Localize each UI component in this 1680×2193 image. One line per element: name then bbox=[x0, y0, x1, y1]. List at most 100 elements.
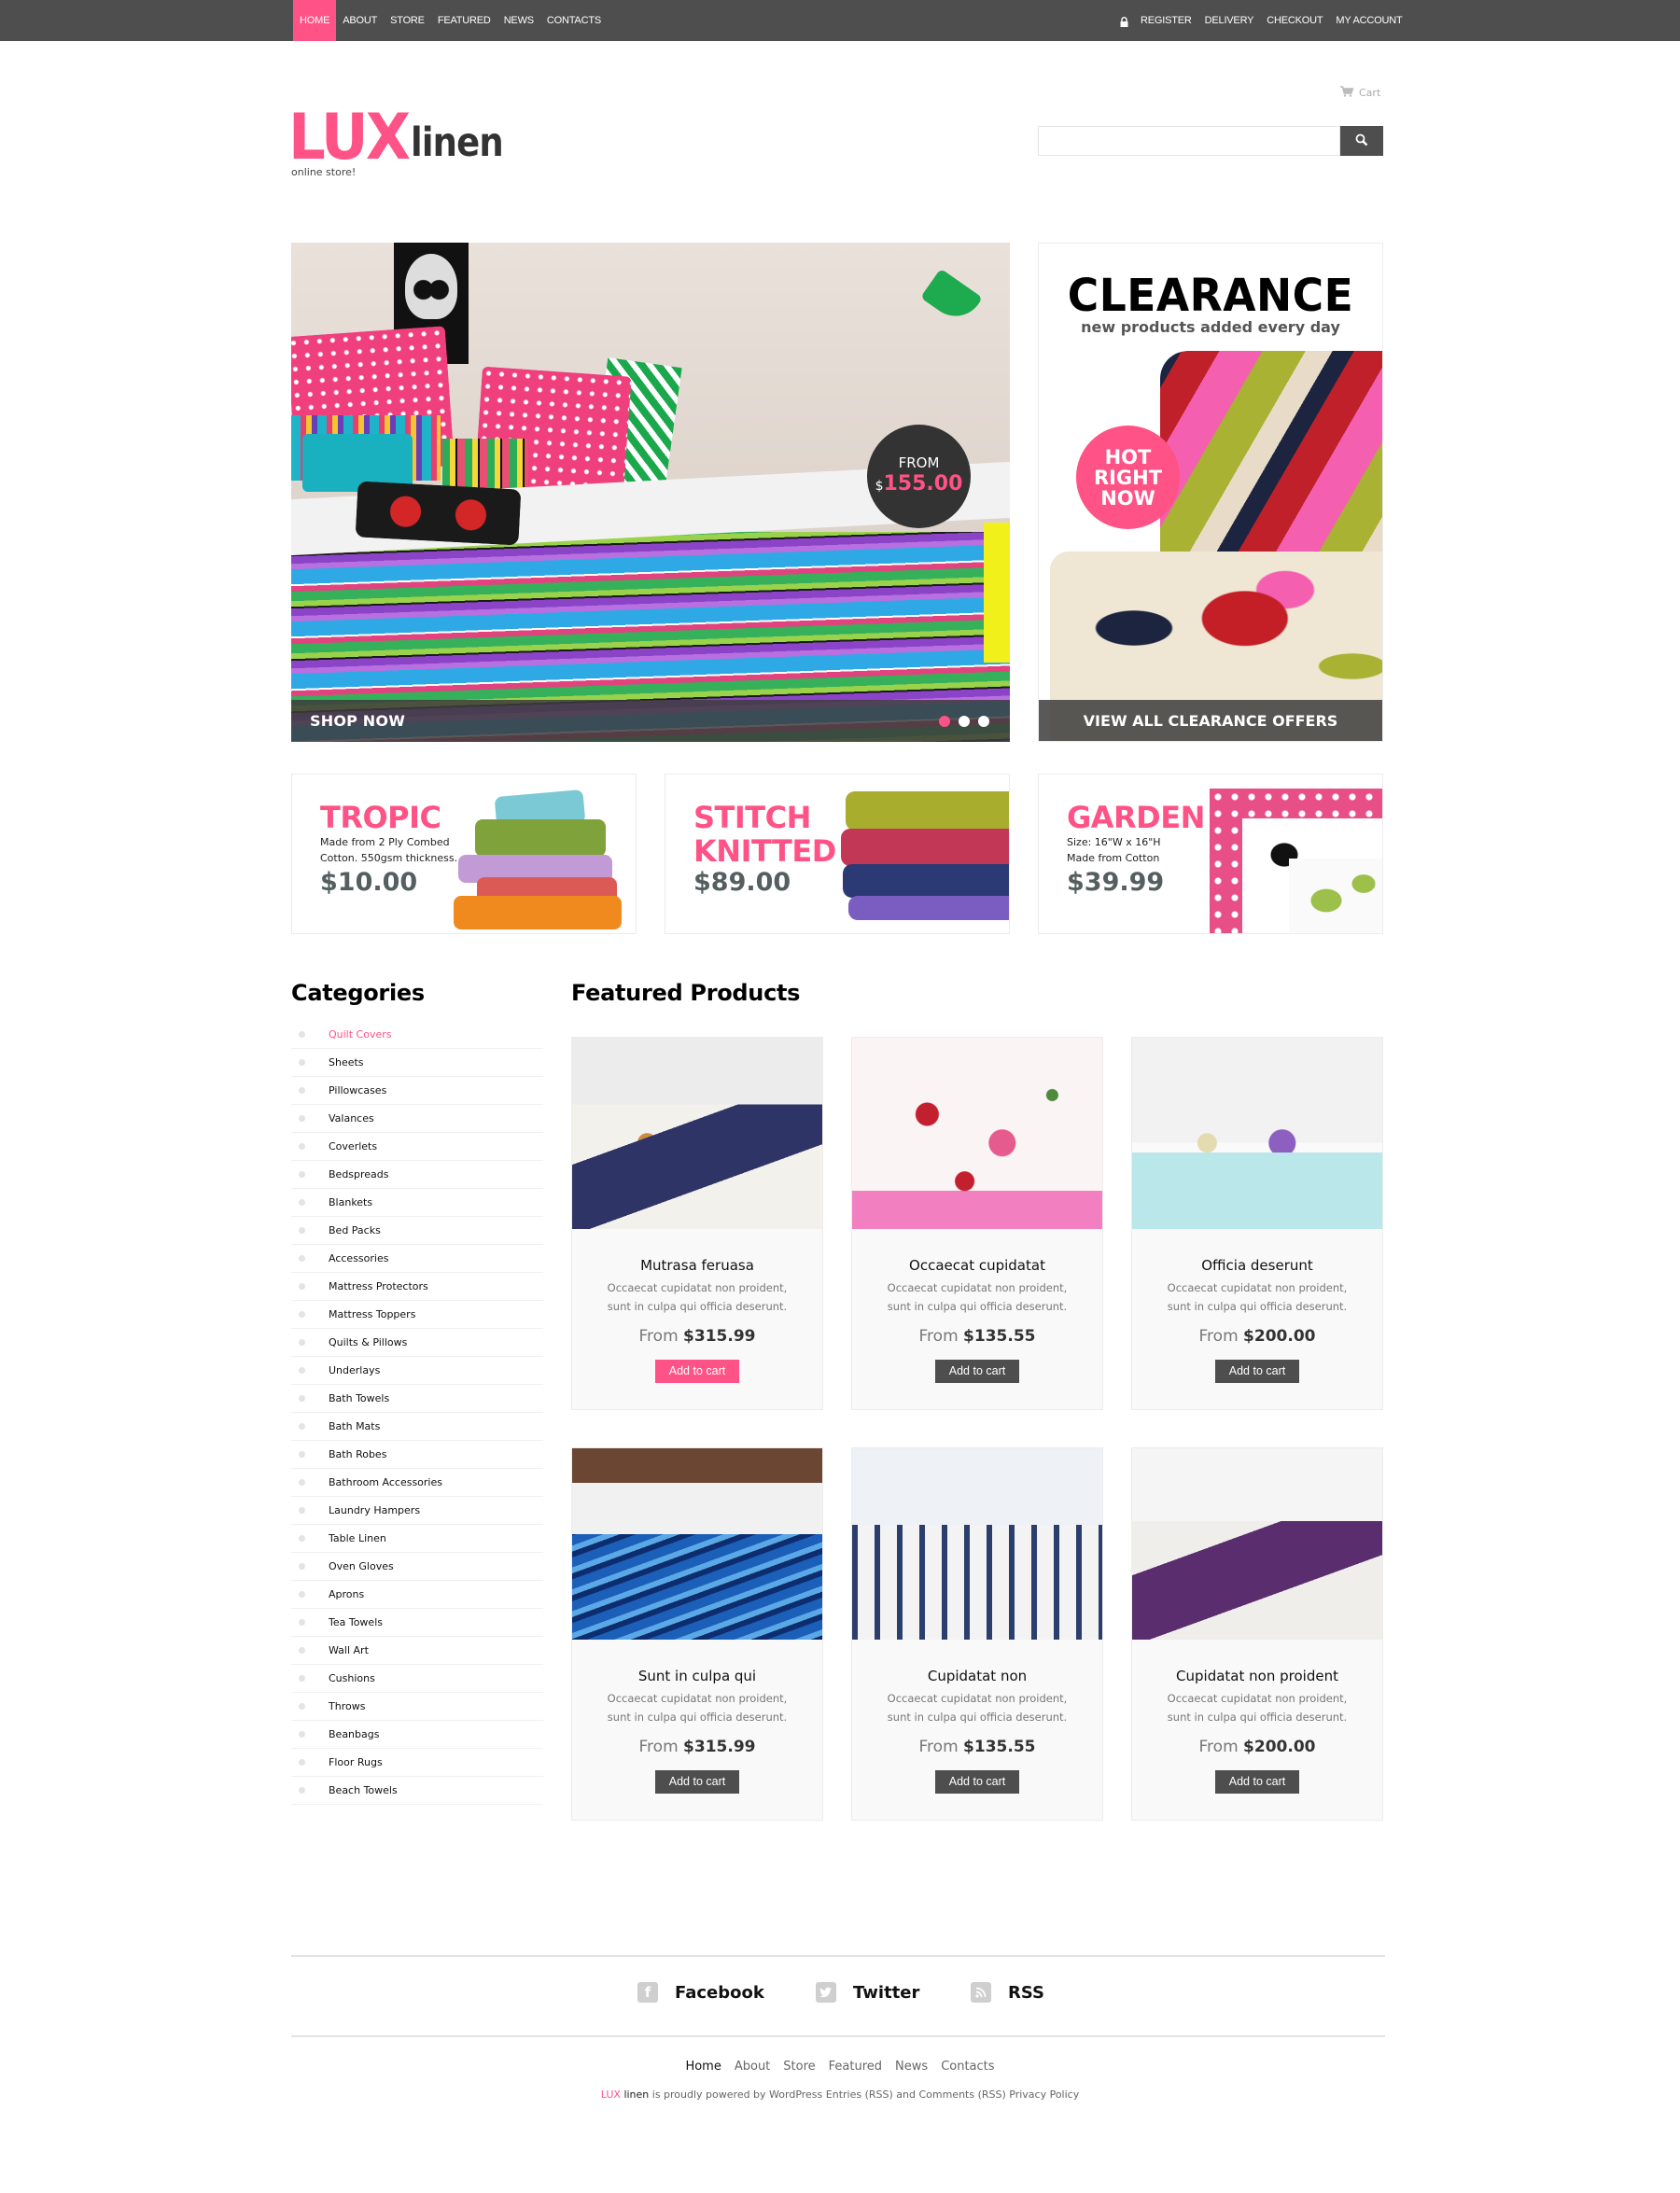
price-prefix: From bbox=[1198, 1327, 1239, 1346]
category-item[interactable]: Blankets bbox=[291, 1189, 543, 1217]
category-label: Accessories bbox=[329, 1252, 389, 1264]
category-item[interactable]: Wall Art bbox=[291, 1637, 543, 1665]
footer-nav-about[interactable]: About bbox=[735, 2060, 770, 2074]
nav-delivery[interactable]: DELIVERY bbox=[1198, 0, 1261, 41]
price-value: $135.55 bbox=[963, 1738, 1036, 1756]
promo-price: $89.00 bbox=[693, 868, 791, 897]
category-item[interactable]: Tea Towels bbox=[291, 1609, 543, 1637]
category-label: Bathroom Accessories bbox=[329, 1476, 442, 1488]
add-to-cart-button[interactable]: Add to cart bbox=[655, 1770, 739, 1794]
nav-register[interactable]: REGISTER bbox=[1134, 0, 1198, 41]
category-item[interactable]: Sheets bbox=[291, 1049, 543, 1077]
product-image[interactable] bbox=[572, 1038, 822, 1229]
category-item[interactable]: Aprons bbox=[291, 1581, 543, 1609]
product-name[interactable]: Mutrasa feruasa bbox=[572, 1257, 822, 1274]
promo-stitch-knitted[interactable]: STITCH KNITTED $89.00 bbox=[665, 774, 1010, 934]
nav-about[interactable]: ABOUT bbox=[336, 0, 384, 41]
product-image[interactable] bbox=[1132, 1038, 1382, 1229]
category-label: Bedspreads bbox=[329, 1168, 389, 1180]
search-input[interactable] bbox=[1038, 126, 1340, 156]
category-item[interactable]: Pillowcases bbox=[291, 1077, 543, 1105]
add-to-cart-button[interactable]: Add to cart bbox=[1215, 1770, 1299, 1794]
category-item[interactable]: Mattress Toppers bbox=[291, 1301, 543, 1329]
category-item[interactable]: Bed Packs bbox=[291, 1217, 543, 1245]
category-item[interactable]: Valances bbox=[291, 1105, 543, 1133]
nav-checkout[interactable]: CHECKOUT bbox=[1260, 0, 1329, 41]
category-label: Underlays bbox=[329, 1364, 381, 1376]
category-label: Bed Packs bbox=[329, 1224, 381, 1236]
search-button[interactable] bbox=[1340, 126, 1383, 156]
add-to-cart-button[interactable]: Add to cart bbox=[935, 1770, 1019, 1794]
category-item[interactable]: Beanbags bbox=[291, 1721, 543, 1749]
nav-contacts[interactable]: CONTACTS bbox=[540, 0, 608, 41]
promo-title: STITCH KNITTED bbox=[693, 801, 836, 868]
nav-news[interactable]: NEWS bbox=[497, 0, 540, 41]
product-image[interactable] bbox=[572, 1448, 822, 1640]
category-item[interactable]: Quilt Covers bbox=[291, 1021, 543, 1049]
product-image[interactable] bbox=[1132, 1448, 1382, 1640]
footer-nav-featured[interactable]: Featured bbox=[829, 2060, 882, 2074]
footer-nav-home[interactable]: Home bbox=[685, 2060, 721, 2074]
nav-home[interactable]: HOME bbox=[293, 0, 337, 41]
promo-title-line: KNITTED bbox=[693, 833, 836, 869]
cart-link[interactable]: Cart bbox=[1340, 86, 1380, 100]
category-item[interactable]: Floor Rugs bbox=[291, 1749, 543, 1777]
nav-featured[interactable]: FEATURED bbox=[431, 0, 497, 41]
facebook-icon: f bbox=[637, 1982, 658, 2003]
product-image[interactable] bbox=[852, 1448, 1102, 1640]
category-item[interactable]: Throws bbox=[291, 1693, 543, 1721]
bullet-icon bbox=[299, 1255, 305, 1262]
promo-garden[interactable]: GARDEN Size: 16"W x 16"H Made from Cotto… bbox=[1038, 774, 1383, 934]
category-label: Pillowcases bbox=[329, 1084, 387, 1096]
add-to-cart-button[interactable]: Add to cart bbox=[1215, 1360, 1299, 1383]
shop-now-link[interactable]: SHOP NOW bbox=[310, 712, 405, 730]
footer-nav-contacts[interactable]: Contacts bbox=[941, 2060, 994, 2074]
bullet-icon bbox=[299, 1535, 305, 1542]
category-item[interactable]: Bath Mats bbox=[291, 1413, 543, 1441]
hero-slider[interactable]: FROM $155.00 SHOP NOW bbox=[291, 243, 1010, 742]
lock-icon bbox=[1120, 13, 1128, 27]
product-name[interactable]: Officia deserunt bbox=[1132, 1257, 1382, 1274]
view-clearance-link[interactable]: VIEW ALL CLEARANCE OFFERS bbox=[1039, 712, 1382, 730]
twitter-link[interactable]: Twitter bbox=[816, 1982, 919, 2003]
clearance-banner[interactable]: CLEARANCE new products added every day H… bbox=[1038, 243, 1383, 742]
category-item[interactable]: Laundry Hampers bbox=[291, 1497, 543, 1525]
category-item[interactable]: Quilts & Pillows bbox=[291, 1329, 543, 1357]
category-item[interactable]: Oven Gloves bbox=[291, 1553, 543, 1581]
product-name[interactable]: Cupidatat non bbox=[852, 1668, 1102, 1684]
facebook-link[interactable]: f Facebook bbox=[637, 1982, 764, 2003]
category-item[interactable]: Bedspreads bbox=[291, 1161, 543, 1189]
slider-dot-1[interactable] bbox=[939, 716, 950, 727]
category-item[interactable]: Mattress Protectors bbox=[291, 1273, 543, 1301]
category-item[interactable]: Coverlets bbox=[291, 1133, 543, 1161]
category-item[interactable]: Underlays bbox=[291, 1357, 543, 1385]
category-label: Quilt Covers bbox=[329, 1028, 392, 1041]
promo-image bbox=[1210, 789, 1382, 933]
add-to-cart-button[interactable]: Add to cart bbox=[655, 1360, 739, 1383]
category-label: Bath Mats bbox=[329, 1420, 381, 1432]
product-name[interactable]: Cupidatat non proident bbox=[1132, 1668, 1382, 1684]
nav-store[interactable]: STORE bbox=[384, 0, 431, 41]
add-to-cart-button[interactable]: Add to cart bbox=[935, 1360, 1019, 1383]
product-price: From $135.55 bbox=[852, 1738, 1102, 1756]
category-item[interactable]: Bath Towels bbox=[291, 1385, 543, 1413]
product-name[interactable]: Occaecat cupidatat bbox=[852, 1257, 1102, 1274]
nav-my-account[interactable]: MY ACCOUNT bbox=[1329, 0, 1408, 41]
slider-dot-2[interactable] bbox=[959, 716, 970, 727]
promo-tropic[interactable]: TROPIC Made from 2 Ply Combed Cotton. 55… bbox=[291, 774, 637, 934]
category-item[interactable]: Cushions bbox=[291, 1665, 543, 1693]
slider-dot-3[interactable] bbox=[978, 716, 989, 727]
product-description: Occaecat cupidatat non proident, sunt in … bbox=[572, 1689, 822, 1726]
bullet-icon bbox=[299, 1171, 305, 1178]
price-prefix: From bbox=[1198, 1738, 1239, 1756]
rss-link[interactable]: RSS bbox=[971, 1982, 1044, 2003]
product-name[interactable]: Sunt in culpa qui bbox=[572, 1668, 822, 1684]
footer-nav-news[interactable]: News bbox=[895, 2060, 928, 2074]
category-item[interactable]: Bathroom Accessories bbox=[291, 1469, 543, 1497]
product-image[interactable] bbox=[852, 1038, 1102, 1229]
category-item[interactable]: Beach Towels bbox=[291, 1777, 543, 1805]
category-item[interactable]: Accessories bbox=[291, 1245, 543, 1273]
category-item[interactable]: Bath Robes bbox=[291, 1441, 543, 1469]
footer-nav-store[interactable]: Store bbox=[783, 2060, 815, 2074]
category-item[interactable]: Table Linen bbox=[291, 1525, 543, 1553]
